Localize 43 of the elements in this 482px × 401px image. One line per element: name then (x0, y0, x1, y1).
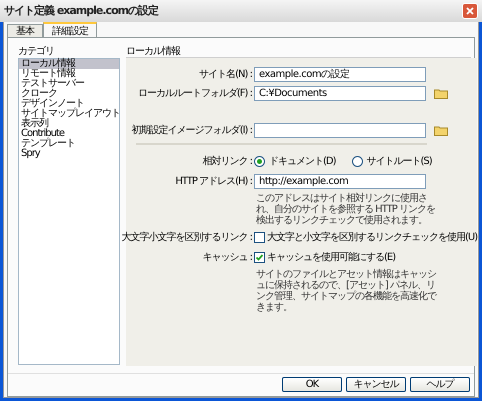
checkbox[interactable] (254, 252, 265, 262)
tab[interactable]: 詳細設定 (43, 22, 97, 37)
close-button[interactable] (462, 3, 478, 19)
category-heading: カテゴリ (18, 45, 55, 56)
window-title: サイト定義 example.comの設定 (4, 2, 158, 19)
category-item[interactable]: テストサーバー (19, 79, 119, 89)
field-label: 初期設定イメージフォルダ(I) : (132, 124, 252, 138)
close-icon (466, 7, 474, 15)
field-label: ローカルルートフォルダ(F) : (138, 86, 252, 100)
checkbox-label[interactable]: 大文字と小文字を区別するリンクチェックを使用(U) (267, 230, 478, 244)
panel-title: ローカル情報 (126, 44, 180, 59)
category-item[interactable]: クローク (19, 89, 119, 99)
folder-icon[interactable] (434, 124, 448, 136)
help-text: サイトのファイルとアセット情報はキャッシュに保持されるので、[アセット] パネル、リンク管理、サイトマップの各機能を高速化できます。 (256, 269, 438, 313)
field-label: サイト名(N) : (199, 68, 252, 82)
category-item[interactable]: Contribute (19, 129, 119, 139)
dialog-button[interactable]: ヘルプ (410, 377, 470, 392)
radio-option[interactable]: ドキュメント(D) (254, 154, 336, 168)
text-field[interactable]: http://example.com (254, 174, 426, 188)
category-item[interactable]: サイトマップレイアウト (19, 109, 119, 119)
dialog-button[interactable]: キャンセル (346, 377, 406, 392)
text-field[interactable]: C:¥Documents (254, 86, 426, 100)
radio-icon[interactable] (352, 156, 363, 166)
tab[interactable]: 基本 (7, 24, 43, 37)
category-item[interactable]: ローカル情報 (19, 59, 119, 69)
radio-icon[interactable] (254, 156, 265, 166)
radio-option[interactable]: サイトルート(S) (352, 154, 432, 168)
text-field[interactable]: example.comの設定 (254, 66, 426, 82)
help-text: このアドレスはサイト相対リンクに使用され、自分のサイトを参照する HTTP リンクを検出するリンクチェックで使用されます。 (256, 193, 436, 226)
text-field[interactable] (254, 122, 426, 138)
field-label: HTTP アドレス(H) : (175, 174, 252, 188)
checkbox-label[interactable]: キャッシュを使用可能にする(E) (267, 250, 396, 264)
category-item[interactable]: 表示列 (19, 119, 119, 129)
category-item[interactable]: デザインノート (19, 99, 119, 109)
field-label: 相対リンク : (202, 154, 252, 168)
checkbox[interactable] (254, 232, 265, 242)
category-item[interactable]: テンプレート (19, 139, 119, 149)
field-label: 大文字小文字を区別するリンク : (121, 230, 252, 244)
dialog-button[interactable]: OK (282, 377, 342, 392)
field-label: キャッシュ : (202, 250, 252, 264)
category-item[interactable]: リモート情報 (19, 69, 119, 79)
category-item[interactable]: Spry (19, 149, 119, 159)
folder-icon[interactable] (434, 88, 448, 98)
